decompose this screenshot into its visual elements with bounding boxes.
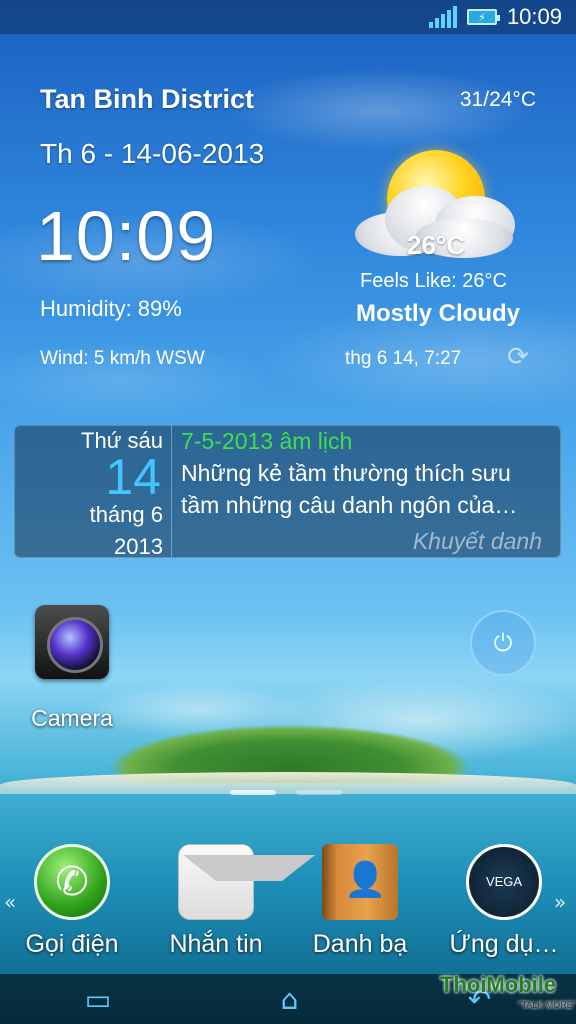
dock: « » Gọi điện Nhắn tin Danh bạ Ứng dụ… <box>0 840 576 970</box>
dock-label-phone: Gọi điện <box>25 930 119 958</box>
apps-icon[interactable] <box>466 844 542 920</box>
dock-label-contacts: Danh bạ <box>312 930 408 958</box>
status-clock: 10:09 <box>506 4 562 29</box>
calendar-quote: 7-5-2013 âm lịch Những kẻ tầm thường thí… <box>172 426 560 557</box>
dock-item-contacts[interactable]: Danh bạ <box>295 840 425 959</box>
dock-item-phone[interactable]: Gọi điện <box>7 840 137 959</box>
power-icon[interactable]: ⏻ <box>470 610 536 676</box>
wind: Wind: 5 km/h WSW <box>40 348 205 369</box>
phone-icon[interactable] <box>34 844 110 920</box>
page-indicator <box>230 790 342 795</box>
watermark-tagline: "TALK MORE" <box>518 1000 576 1010</box>
quote-author: Khuyết danh <box>412 528 542 554</box>
last-updated: thg 6 14, 7:27 <box>345 348 462 369</box>
battery-icon: ⚡ <box>466 9 500 25</box>
dock-item-apps[interactable]: Ứng dụ… <box>439 840 569 959</box>
clock-time[interactable]: 10:09 <box>36 196 216 276</box>
weather-widget[interactable]: Tan Binh District 31/24°C Th 6 - 14-06-2… <box>0 80 576 380</box>
quote-text: Những kẻ tầm thường thích sưu tầm những … <box>181 460 518 518</box>
day-number: 14 <box>105 449 161 505</box>
signal-icon <box>428 6 457 28</box>
date-line: Th 6 - 14-06-2013 <box>40 138 265 169</box>
refresh-icon[interactable]: ⟳ <box>503 342 533 372</box>
camera-label: Camera <box>31 705 113 731</box>
year: 2013 <box>114 534 163 559</box>
current-temperature: 26°C <box>407 230 466 260</box>
recent-apps-icon[interactable]: ▭ <box>85 983 111 1016</box>
lunar-date: 7-5-2013 âm lịch <box>181 428 353 454</box>
location-name: Tan Binh District <box>40 84 255 114</box>
dock-label-apps: Ứng dụ… <box>449 930 559 958</box>
watermark-logo: ThoiMobile "TALK MORE" <box>440 970 576 1024</box>
calendar-widget[interactable]: Thứ sáu 14 tháng 6 2013 7-5-2013 âm lịch… <box>14 425 561 559</box>
humidity: Humidity: 89% <box>40 296 182 321</box>
temp-range: 31/24°C <box>459 88 536 111</box>
month: tháng 6 <box>89 502 163 527</box>
home-icon[interactable]: ⌂ <box>281 983 299 1016</box>
dock-label-messages: Nhắn tin <box>169 930 263 958</box>
battery-charging-symbol: ⚡ <box>478 10 486 24</box>
status-bar: ⚡ 10:09 <box>0 0 576 34</box>
dock-item-messages[interactable]: Nhắn tin <box>151 840 315 959</box>
message-icon[interactable] <box>178 844 315 920</box>
feels-like: Feels Like: 26°C <box>360 270 507 292</box>
camera-icon[interactable] <box>35 605 109 679</box>
contacts-icon[interactable] <box>322 844 398 920</box>
camera-app[interactable]: Camera <box>22 603 122 732</box>
calendar-date: Thứ sáu 14 tháng 6 2013 <box>15 426 172 559</box>
page-dot <box>230 790 276 795</box>
weather-condition: Mostly Cloudy <box>356 300 521 327</box>
watermark-brand: ThoiMobile <box>440 972 557 997</box>
page-dot <box>296 790 342 795</box>
